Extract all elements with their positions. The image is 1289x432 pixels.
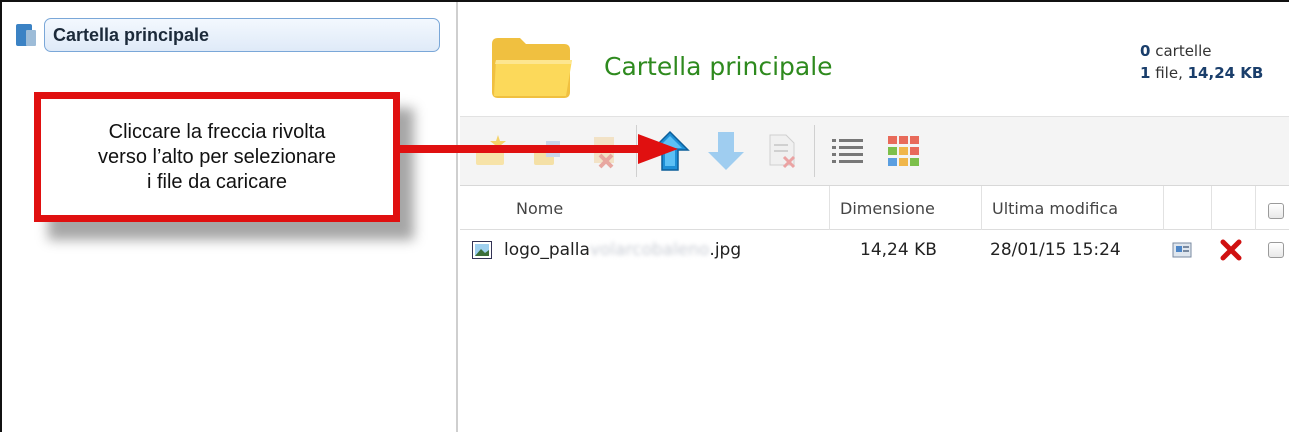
folder-stats: 0 cartelle 1 file, 14,24 KB <box>1140 40 1263 84</box>
remove-file-icon <box>769 134 796 169</box>
list-view-icon <box>832 139 863 163</box>
column-header-row: Nome Dimensione Ultima modifica <box>460 186 1289 230</box>
delete-file-button[interactable] <box>1220 232 1242 268</box>
file-name[interactable]: logo_palla volarcobaleno .jpg <box>504 232 741 268</box>
grid-view-icon <box>888 136 919 166</box>
files-label: file, <box>1155 64 1183 82</box>
files-count: 1 <box>1140 64 1151 82</box>
total-size: 14,24 KB <box>1187 64 1264 82</box>
callout-text: Cliccare la freccia rivolta verso l’alto… <box>98 120 336 193</box>
column-name[interactable]: Nome <box>506 186 830 230</box>
file-info-button[interactable] <box>1172 232 1192 268</box>
row-checkbox[interactable] <box>1268 232 1284 268</box>
list-view-button[interactable] <box>826 127 870 175</box>
callout-box: Cliccare la freccia rivolta verso l’alto… <box>34 92 400 222</box>
file-name-visible: logo_palla <box>504 240 590 260</box>
tree-node-label[interactable]: Cartella principale <box>44 18 440 52</box>
file-info-icon <box>1172 242 1192 258</box>
folders-count: 0 <box>1140 42 1151 60</box>
download-button[interactable] <box>704 127 748 175</box>
close-icon <box>1220 239 1242 261</box>
file-size: 14,24 KB <box>860 240 937 260</box>
folder-header: Cartella principale 0 cartelle 1 file, 1… <box>460 2 1289 114</box>
red-arrow-icon <box>400 134 678 164</box>
folders-label: cartelle <box>1155 42 1212 60</box>
download-icon <box>708 132 744 170</box>
folder-icon <box>492 38 572 98</box>
image-file-icon <box>472 232 492 268</box>
remove-file-button[interactable] <box>760 127 804 175</box>
column-delete <box>1212 186 1256 230</box>
file-modified: 28/01/15 15:24 <box>990 240 1121 260</box>
column-actions <box>1164 186 1212 230</box>
file-extension: .jpg <box>709 240 742 260</box>
grid-view-button[interactable] <box>882 127 926 175</box>
select-all-checkbox[interactable] <box>1268 186 1284 222</box>
column-size[interactable]: Dimensione <box>830 186 982 230</box>
folder-title: Cartella principale <box>604 52 833 81</box>
column-modified[interactable]: Ultima modifica <box>982 186 1164 230</box>
file-name-blurred: volarcobaleno <box>589 240 710 260</box>
table-row[interactable]: logo_palla volarcobaleno .jpg 14,24 KB 28/… <box>460 232 1289 268</box>
tree-node-root[interactable]: Cartella principale <box>16 18 440 52</box>
folder-tree-icon <box>16 22 38 48</box>
